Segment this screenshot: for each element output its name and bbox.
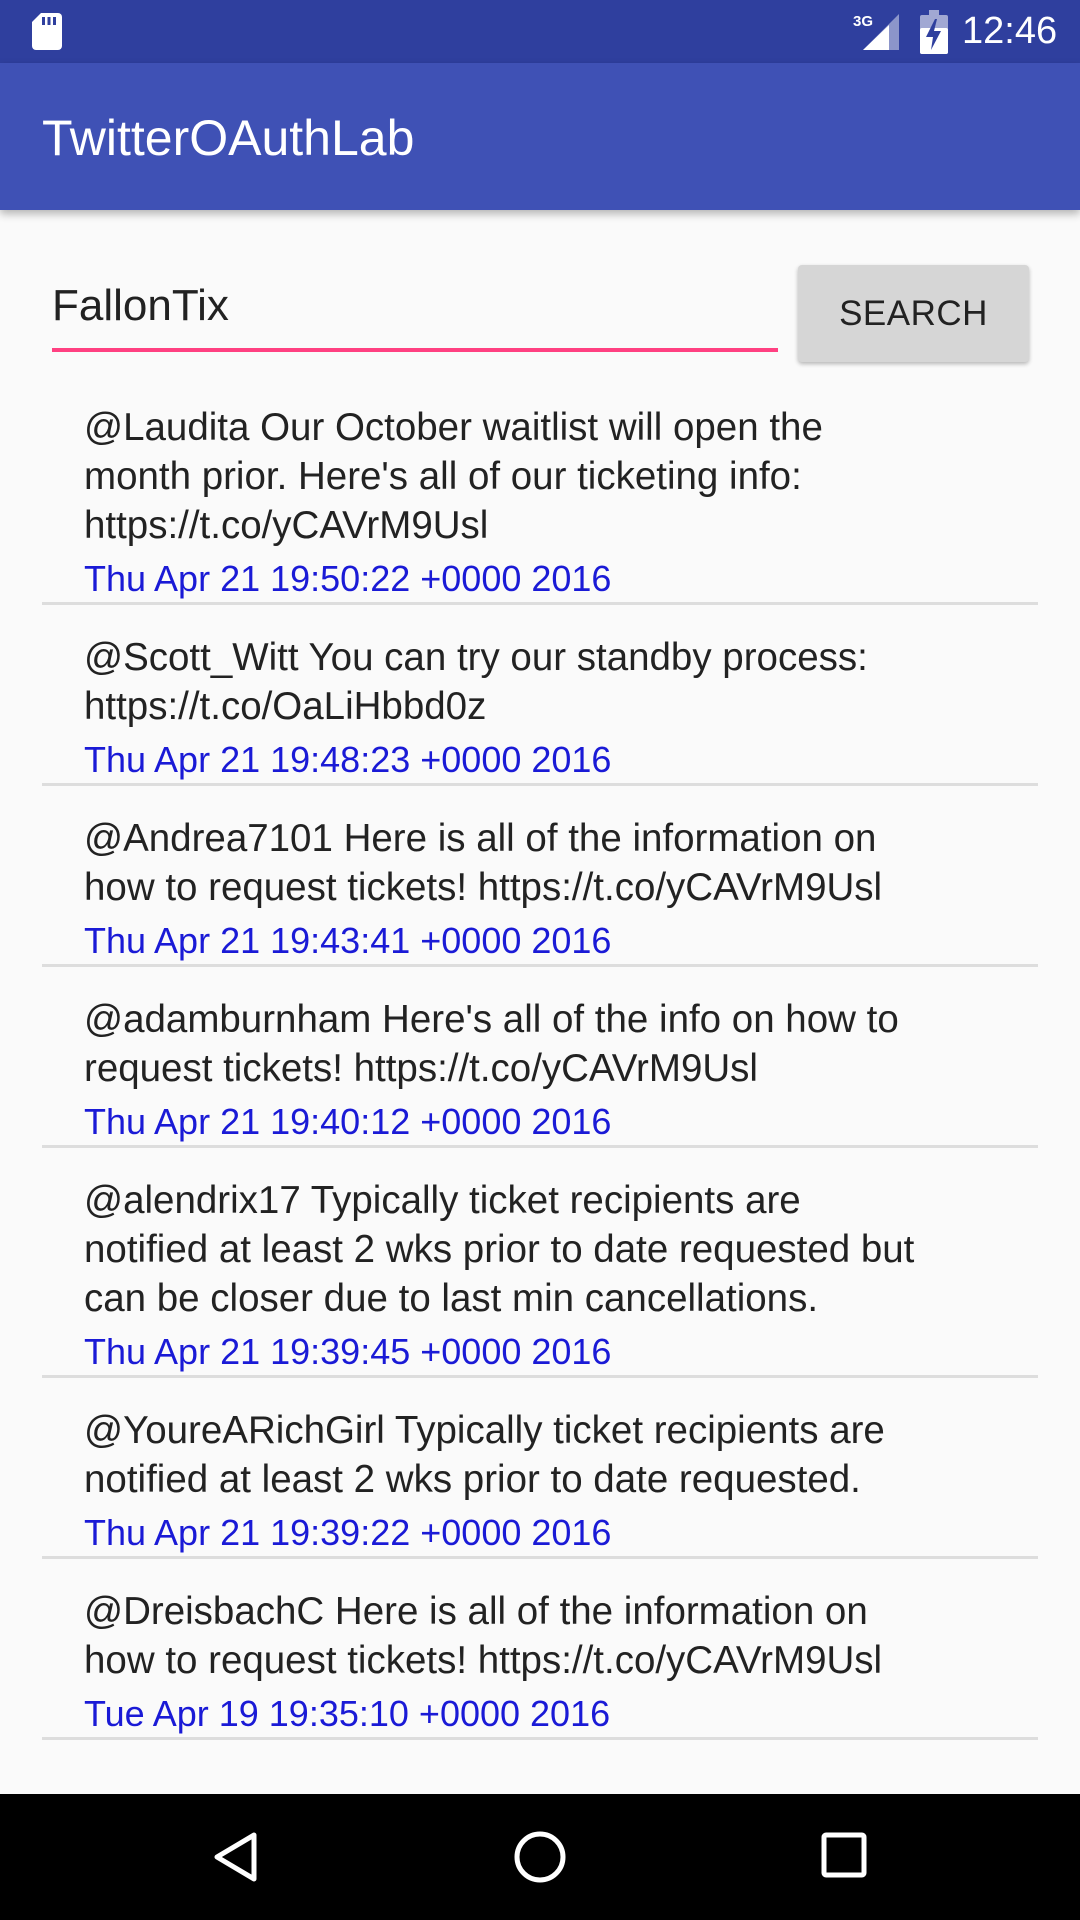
tweet-date: Thu Apr 21 19:50:22 +0000 2016: [84, 558, 612, 599]
search-input[interactable]: [42, 276, 778, 336]
tweet-text-line: @Andrea7101 Here is all of the informati…: [84, 817, 877, 860]
tweet-text-line: how to request tickets! https://t.co/yCA…: [84, 1639, 883, 1682]
tweet-text: @Andrea7101 Here is all of the informati…: [84, 814, 1029, 912]
tweet-item[interactable]: @Laudita Our October waitlist will open …: [42, 403, 1038, 607]
tweet-text-line: https://t.co/OaLiHbbd0z: [84, 685, 487, 728]
tweet-text-line: https://t.co/yCAVrM9Usl: [84, 504, 489, 547]
tweet-item[interactable]: @Andrea7101 Here is all of the informati…: [42, 814, 1038, 969]
tweet-date: Thu Apr 21 19:39:45 +0000 2016: [84, 1331, 612, 1372]
tweet-text: @YoureARichGirl Typically ticket recipie…: [84, 1406, 1029, 1504]
tweet-date: Tue Apr 19 19:35:10 +0000 2016: [84, 1693, 611, 1734]
tweet-text-line: how to request tickets! https://t.co/yCA…: [84, 866, 883, 909]
tweet-text-line: notified at least 2 wks prior to date re…: [84, 1228, 915, 1271]
tweet-divider: [42, 602, 1038, 605]
tweet-divider: [42, 964, 1038, 967]
status-bar: 3G 12:46: [0, 0, 1080, 63]
tweet-divider: [42, 1145, 1038, 1148]
tweet-date: Thu Apr 21 19:40:12 +0000 2016: [84, 1101, 612, 1142]
tweet-text: @DreisbachC Here is all of the informati…: [84, 1587, 1029, 1685]
cellular-signal-icon: 3G: [853, 13, 899, 50]
tweet-text-line: @YoureARichGirl Typically ticket recipie…: [84, 1409, 885, 1452]
search-button[interactable]: SEARCH: [798, 265, 1029, 362]
tweet-text: @adamburnham Here's all of the info on h…: [84, 995, 1029, 1093]
tweet-text: @Laudita Our October waitlist will open …: [84, 403, 1029, 550]
tweet-text-line: request tickets! https://t.co/yCAVrM9Usl: [84, 1047, 758, 1090]
tweet-date: Thu Apr 21 19:48:23 +0000 2016: [84, 739, 612, 780]
tweet-text-line: @adamburnham Here's all of the info on h…: [84, 998, 899, 1041]
tweet-divider: [42, 1737, 1038, 1740]
battery-charging-icon: [920, 10, 948, 54]
sd-card-icon: [32, 13, 62, 50]
app-title: TwitterOAuthLab: [42, 110, 415, 166]
search-input-underline: [52, 348, 778, 352]
navigation-bar: [0, 1794, 1080, 1920]
tweet-text-line: @alendrix17 Typically ticket recipients …: [84, 1179, 801, 1222]
tweet-text-line: @Scott_Witt You can try our standby proc…: [84, 636, 868, 679]
tweet-text: @Scott_Witt You can try our standby proc…: [84, 633, 1029, 731]
tweet-item[interactable]: @alendrix17 Typically ticket recipients …: [42, 1176, 1038, 1380]
tweet-divider: [42, 783, 1038, 786]
tweet-date: Thu Apr 21 19:43:41 +0000 2016: [84, 920, 612, 961]
tweet-item[interactable]: @YoureARichGirl Typically ticket recipie…: [42, 1406, 1038, 1561]
tweet-text-line: month prior. Here's all of our ticketing…: [84, 455, 802, 498]
tweet-text-line: notified at least 2 wks prior to date re…: [84, 1458, 861, 1501]
app-bar: TwitterOAuthLab: [0, 63, 1080, 210]
tweet-text: @alendrix17 Typically ticket recipients …: [84, 1176, 1029, 1323]
tweet-divider: [42, 1375, 1038, 1378]
tweet-text-line: can be closer due to last min cancellati…: [84, 1277, 819, 1320]
status-clock: 12:46: [962, 10, 1058, 52]
tweet-date: Thu Apr 21 19:39:22 +0000 2016: [84, 1512, 612, 1553]
network-type-label: 3G: [853, 13, 873, 30]
tweet-divider: [42, 1556, 1038, 1559]
tweet-text-line: @DreisbachC Here is all of the informati…: [84, 1590, 868, 1633]
back-icon[interactable]: [210, 1831, 262, 1883]
tweet-item[interactable]: @Scott_Witt You can try our standby proc…: [42, 633, 1038, 788]
tweet-item[interactable]: @adamburnham Here's all of the info on h…: [42, 995, 1038, 1150]
tweet-text-line: @Laudita Our October waitlist will open …: [84, 406, 823, 449]
recents-icon[interactable]: [820, 1831, 868, 1879]
home-icon[interactable]: [512, 1829, 568, 1885]
tweet-item[interactable]: @DreisbachC Here is all of the informati…: [42, 1587, 1038, 1742]
